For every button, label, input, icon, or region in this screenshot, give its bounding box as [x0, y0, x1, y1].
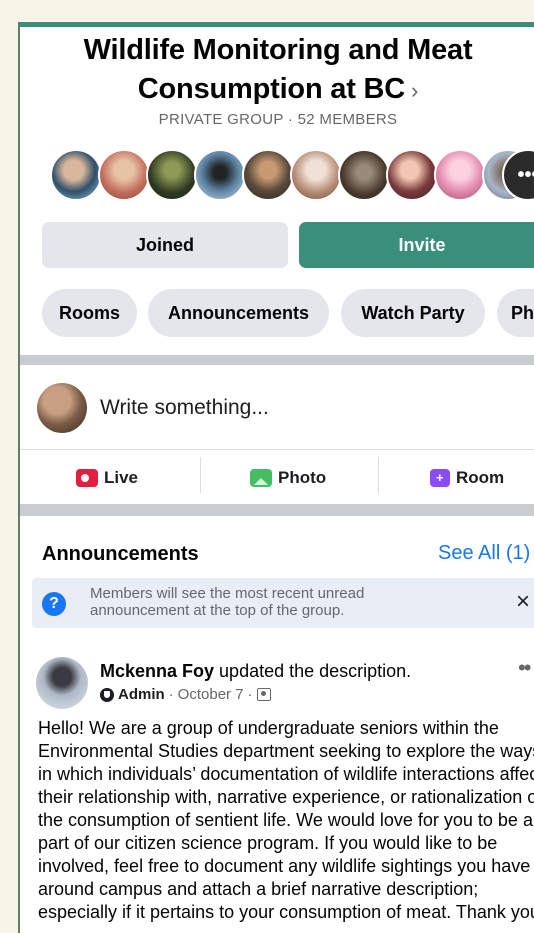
live-label: Live: [104, 468, 139, 487]
room-label: Room: [456, 468, 505, 487]
shield-icon: [100, 687, 114, 702]
meta-separator: ·: [247, 686, 253, 703]
avatar: [37, 383, 87, 433]
close-icon[interactable]: ×: [516, 588, 530, 616]
divider: [200, 457, 201, 493]
divider: [378, 457, 379, 493]
post-body: Hello! We are a group of undergraduate s…: [38, 718, 534, 922]
tab-watch-party[interactable]: Watch Party: [341, 289, 485, 337]
photo-label: Photo: [278, 468, 327, 487]
member-avatar[interactable]: [98, 149, 150, 201]
member-avatar[interactable]: [194, 149, 246, 201]
tab-photos[interactable]: Ph: [497, 289, 534, 337]
member-avatar[interactable]: [338, 149, 390, 201]
invite-button[interactable]: Invite: [299, 222, 534, 268]
group-page: Wildlife Monitoring and Meat Consumption…: [18, 22, 534, 933]
room-button[interactable]: + Room: [430, 462, 504, 494]
see-all-link[interactable]: See All (1): [438, 542, 530, 565]
live-icon: [76, 469, 98, 487]
divider: [20, 449, 534, 450]
write-something-input[interactable]: Write something...: [100, 396, 269, 420]
notice-text: Members will see the most recent unread …: [90, 585, 365, 619]
member-avatar[interactable]: [290, 149, 342, 201]
group-audience-icon: [256, 688, 271, 701]
help-icon: ?: [42, 592, 66, 616]
group-title[interactable]: Wildlife Monitoring and Meat Consumption…: [20, 31, 534, 110]
joined-button[interactable]: Joined: [42, 222, 288, 268]
section-divider: [20, 504, 534, 516]
live-button[interactable]: Live: [76, 462, 138, 494]
meta-separator: ·: [168, 686, 174, 703]
member-avatar[interactable]: [434, 149, 486, 201]
member-avatar[interactable]: [50, 149, 102, 201]
tab-rooms[interactable]: Rooms: [42, 289, 137, 337]
admin-badge: Admin: [118, 686, 165, 703]
post-meta: Admin · October 7 ·: [100, 686, 271, 703]
section-divider: [20, 355, 534, 365]
post-action: updated the description.: [219, 661, 412, 681]
avatar[interactable]: [36, 657, 88, 709]
member-avatar[interactable]: [146, 149, 198, 201]
photo-icon: [250, 469, 272, 487]
member-avatar[interactable]: [386, 149, 438, 201]
post-options-icon[interactable]: ••: [518, 655, 531, 681]
group-privacy-members: PRIVATE GROUP · 52 MEMBERS: [158, 111, 398, 128]
post-author[interactable]: Mckenna Foy: [100, 661, 214, 681]
more-dots-icon: •••: [517, 163, 534, 186]
room-icon: +: [430, 469, 450, 487]
post-header: Mckenna Foy updated the description.: [100, 661, 411, 682]
post-date[interactable]: October 7: [178, 686, 244, 703]
tab-announcements[interactable]: Announcements: [148, 289, 329, 337]
member-avatar[interactable]: [242, 149, 294, 201]
photo-button[interactable]: Photo: [250, 462, 326, 494]
chevron-right-icon: ›: [411, 78, 419, 103]
announcement-notice: ? Members will see the most recent unrea…: [32, 578, 534, 628]
announcements-heading: Announcements: [42, 543, 199, 565]
